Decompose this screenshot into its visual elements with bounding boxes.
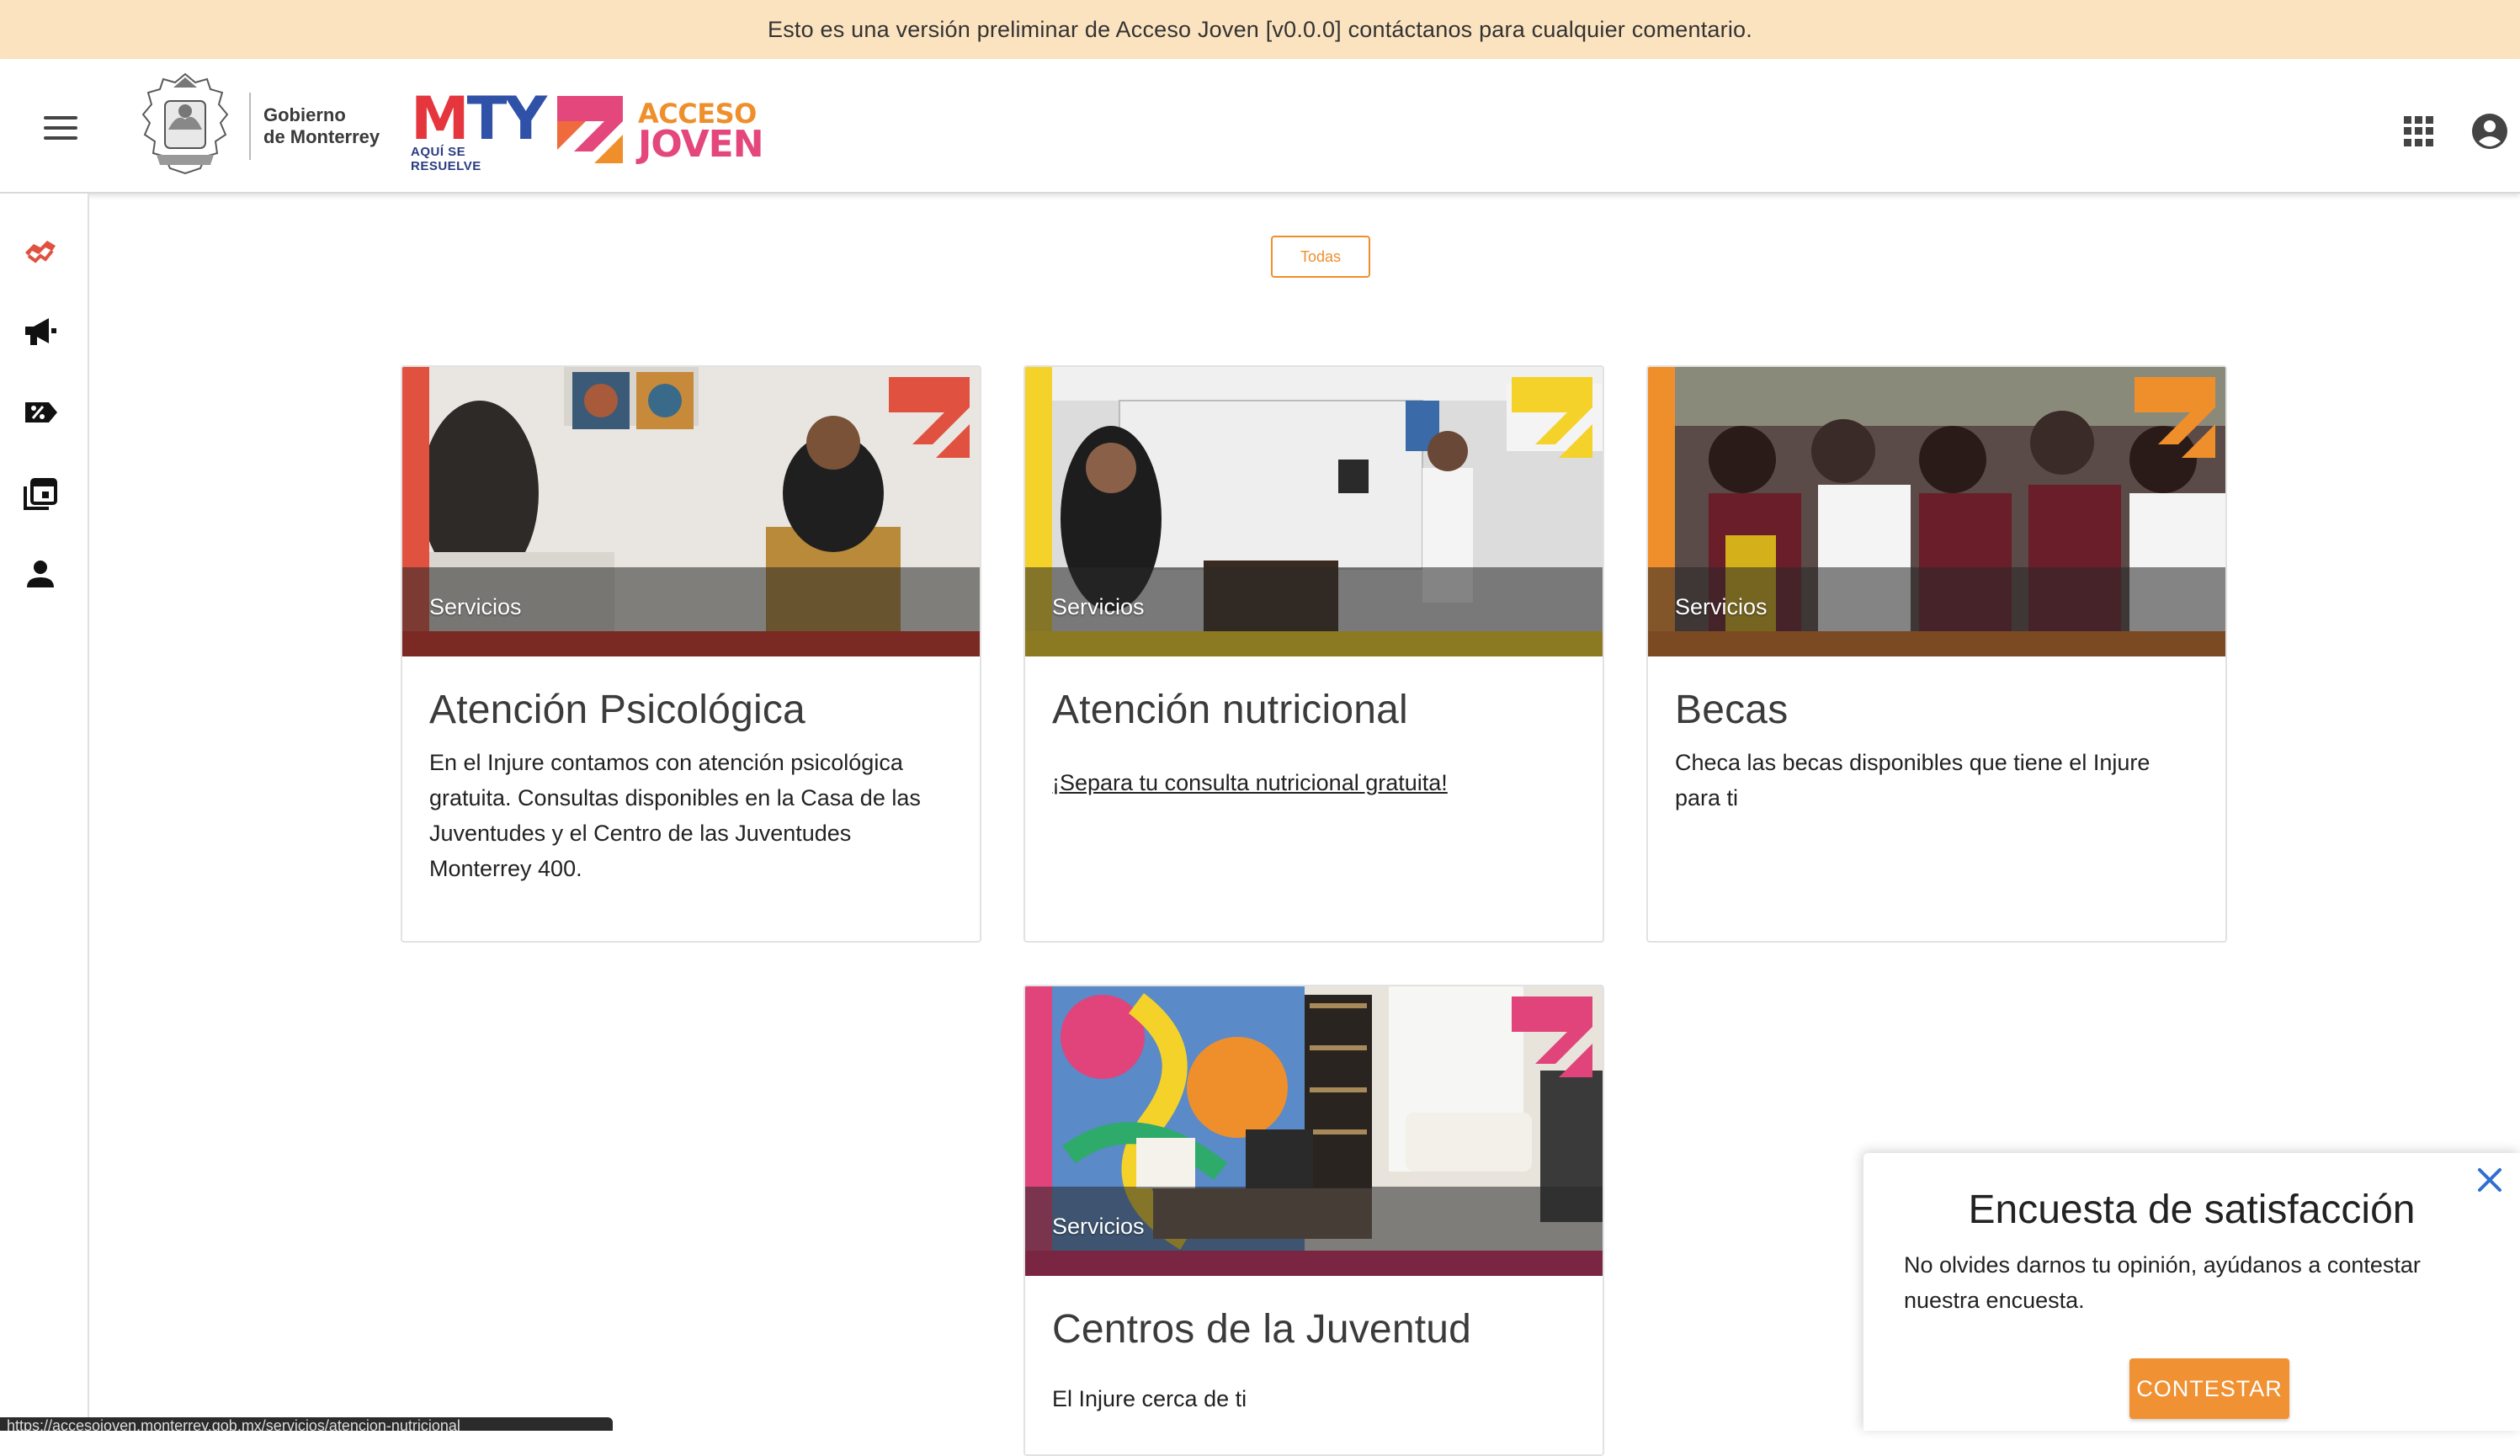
acceso-joven-corner-icon — [2135, 377, 2215, 458]
card-media: Servicios — [1648, 367, 2225, 656]
card-bottom-bar — [1025, 631, 1603, 656]
card-body: Becas Checa las becas disponibles que ti… — [1648, 656, 2225, 841]
apps-grid-icon[interactable] — [2404, 116, 2434, 146]
card-body: Atención nutricional ¡Separa tu consulta… — [1025, 656, 1603, 821]
preview-banner: Esto es una versión preliminar de Acceso… — [0, 0, 2520, 59]
card-description: Checa las becas disponibles que tiene el… — [1675, 750, 2151, 810]
monterrey-crest-logo — [141, 72, 229, 175]
gov-line-1: Gobierno — [263, 104, 346, 125]
megaphone-icon — [25, 318, 56, 345]
handshake-icon — [25, 241, 56, 263]
survey-popup: Encuesta de satisfacción No olvides darn… — [1863, 1153, 2520, 1431]
card-media: Servicios — [1025, 367, 1603, 656]
card-description: El Injure cerca de ti — [1052, 1386, 1247, 1411]
contestar-button[interactable]: CONTESTAR — [2129, 1358, 2289, 1419]
survey-text: No olvides darnos tu opinión, ayúdanos a… — [1904, 1252, 2421, 1313]
nav-item-servicios[interactable] — [20, 229, 61, 269]
survey-title: Encuesta de satisfacción — [1968, 1188, 2416, 1232]
mty-logo: MTY AQUÍ SE RESUELVE — [411, 89, 547, 173]
link-status-bar: https://accesojoven.monterrey.gob.mx/ser… — [0, 1417, 613, 1431]
card-atencion-nutricional[interactable]: Servicios Atención nutricional ¡Separa t… — [1023, 365, 1604, 943]
top-app-bar: Gobierno de Monterrey MTY AQUÍ SE RESUEL… — [0, 59, 2520, 194]
card-description: En el Injure contamos con atención psico… — [429, 750, 921, 881]
card-bottom-bar — [1025, 1251, 1603, 1276]
logo-divider — [249, 93, 251, 160]
menu-icon[interactable] — [44, 116, 77, 140]
mty-letter-t: T — [466, 84, 508, 153]
gobierno-monterrey-text: Gobierno de Monterrey — [263, 104, 380, 148]
nav-item-perfil[interactable] — [20, 554, 61, 594]
card-bottom-bar — [1648, 631, 2225, 656]
acceso-joven-corner-icon — [1512, 996, 1592, 1077]
account-circle-icon[interactable] — [2471, 113, 2508, 150]
card-title: Atención Psicológica — [429, 688, 805, 732]
card-category: Servicios — [429, 594, 522, 619]
preview-banner-text: Esto es una versión preliminar de Acceso… — [768, 16, 1752, 42]
card-media: Servicios — [402, 367, 980, 656]
card-title: Centros de la Juventud — [1052, 1307, 1472, 1352]
nav-item-descuentos[interactable] — [20, 392, 61, 433]
acceso-joven-wordmark: ACCESO JOVEN — [638, 99, 764, 166]
brand-line-2: JOVEN — [638, 123, 764, 166]
card-body: Centros de la Juventud El Injure cerca d… — [1025, 1276, 1603, 1442]
acceso-joven-corner-icon — [1512, 377, 1592, 458]
event-gallery-icon — [24, 478, 57, 510]
filter-todas-button[interactable]: Todas — [1271, 236, 1370, 278]
mty-letter-y: Y — [504, 84, 547, 153]
nav-item-eventos[interactable] — [20, 473, 61, 513]
card-title: Becas — [1675, 688, 1789, 732]
acceso-joven-corner-icon — [889, 377, 970, 458]
mty-letter-m: M — [411, 84, 470, 153]
card-centros-juventud[interactable]: Servicios Centros de la Juventud El Inju… — [1023, 985, 1604, 1456]
card-title: Atención nutricional — [1052, 688, 1408, 732]
card-body: Atención Psicológica En el Injure contam… — [402, 656, 980, 911]
card-bottom-bar — [402, 631, 980, 656]
card-media: Servicios — [1025, 986, 1603, 1276]
card-category: Servicios — [1052, 1214, 1145, 1239]
person-icon — [27, 561, 54, 587]
card-category: Servicios — [1675, 594, 1768, 619]
card-atencion-psicologica[interactable]: Servicios Atención Psicológica En el Inj… — [401, 365, 981, 943]
acceso-joven-arrow-logo — [557, 96, 623, 163]
gov-line-2: de Monterrey — [263, 126, 380, 147]
side-navigation — [0, 194, 89, 1431]
discount-tag-icon — [25, 402, 57, 422]
card-becas[interactable]: Servicios Becas Checa las becas disponib… — [1646, 365, 2227, 943]
nav-item-anuncios[interactable] — [20, 311, 61, 352]
card-category: Servicios — [1052, 594, 1145, 619]
card-link[interactable]: ¡Separa tu consulta nutricional gratuita… — [1052, 770, 1448, 796]
